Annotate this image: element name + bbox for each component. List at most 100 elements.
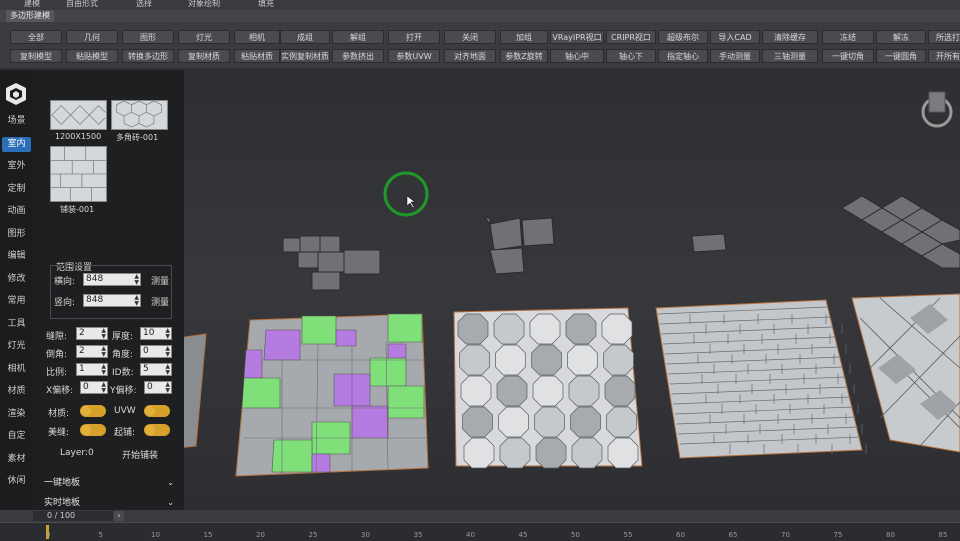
- toolbar-row1-button-6[interactable]: 解组: [332, 30, 384, 44]
- toolbar-row1-button-12[interactable]: 超级布尔: [658, 30, 708, 44]
- toolbar-row2-button-14[interactable]: 三轴测量: [762, 49, 818, 63]
- nav-item-5[interactable]: 图形: [2, 227, 31, 242]
- nav-item-14[interactable]: 自定: [2, 429, 31, 444]
- seam-toggle[interactable]: [80, 424, 106, 436]
- toolbar-row1-button-3[interactable]: 灯光: [178, 30, 230, 44]
- tile-thumb-1200x1500[interactable]: [50, 100, 107, 130]
- spinner-arrows-icon[interactable]: ▲ ▼: [165, 382, 170, 394]
- nav-item-7[interactable]: 修改: [2, 272, 31, 287]
- nav-item-2[interactable]: 室外: [2, 159, 31, 174]
- toolbar-row1-button-4[interactable]: 相机: [234, 30, 280, 44]
- toolbar-row1-button-16[interactable]: 解冻: [876, 30, 926, 44]
- top-tab-4[interactable]: 填充: [252, 0, 280, 9]
- spinner-arrows-icon[interactable]: ▲ ▼: [101, 328, 106, 340]
- toolbar-row1-button-2[interactable]: 图形: [122, 30, 174, 44]
- toolbar-row2-button-0[interactable]: 复制模型: [10, 49, 62, 63]
- accordion-floor-oneclick[interactable]: 一键地板 ⌄: [44, 476, 178, 490]
- toolbar-row2-button-11[interactable]: 轴心下: [606, 49, 656, 63]
- toolbar-row2-button-13[interactable]: 手动测量: [710, 49, 760, 63]
- toolbar-row2-button-5[interactable]: 实例复制材质: [280, 49, 330, 63]
- x-offset-input[interactable]: 0 ▲ ▼: [80, 381, 108, 394]
- toolbar-row1-button-10[interactable]: VRayIPR视口: [550, 30, 604, 44]
- id-count-input[interactable]: 5 ▲ ▼: [140, 363, 172, 376]
- toolbar-row2-button-3[interactable]: 复制材质: [178, 49, 230, 63]
- x-offset-label: X偏移:: [46, 386, 74, 396]
- ratio-input[interactable]: 1 ▲ ▼: [76, 363, 108, 376]
- spinner-arrows-icon[interactable]: ▲ ▼: [134, 295, 139, 307]
- toolbar-row1-button-11[interactable]: CRIPR视口: [606, 30, 656, 44]
- toolbar-row1-button-9[interactable]: 加组: [500, 30, 548, 44]
- ribbon-title[interactable]: 多边形建模: [6, 10, 54, 22]
- nav-item-10[interactable]: 灯光: [2, 339, 31, 354]
- toolbar-row2-button-16[interactable]: 一键圆角: [876, 49, 926, 63]
- spinner-arrows-icon[interactable]: ▲ ▼: [134, 274, 139, 286]
- toolbar-row1-button-0[interactable]: 全部: [10, 30, 62, 44]
- spinner-arrows-icon[interactable]: ▲ ▼: [101, 346, 106, 358]
- toolbar-row1-button-5[interactable]: 成组: [280, 30, 330, 44]
- toolbar-row2-button-1[interactable]: 粘贴模型: [66, 49, 118, 63]
- accordion-floor-realtime[interactable]: 实时地板 ⌄: [44, 496, 178, 510]
- tile-thumb-paving[interactable]: [50, 146, 107, 202]
- start-tiling-button[interactable]: 开始铺装: [122, 448, 158, 461]
- chamfer-input[interactable]: 2 ▲ ▼: [76, 345, 108, 358]
- uvw-toggle[interactable]: [144, 405, 170, 417]
- thickness-input[interactable]: 10 ▲ ▼: [140, 327, 172, 340]
- next-frame-icon[interactable]: ›: [114, 511, 124, 521]
- viewcube-icon[interactable]: [918, 90, 956, 128]
- nav-item-1[interactable]: 室内: [2, 136, 31, 152]
- toolbar-row2-button-15[interactable]: 一键切角: [822, 49, 874, 63]
- nav-item-6[interactable]: 编辑: [2, 249, 31, 264]
- toolbar-row2-button-7[interactable]: 参数UVW: [388, 49, 440, 63]
- top-tab-strip: 建模 自由形式 选择 对象绘制 填充: [0, 0, 960, 10]
- gap-input[interactable]: 2 ▲ ▼: [76, 327, 108, 340]
- toolbar-row1-button-1[interactable]: 几何: [66, 30, 118, 44]
- toolbar-row2-button-4[interactable]: 粘贴材质: [234, 49, 280, 63]
- frame-ruler[interactable]: 051015202530354045505560657075808590: [0, 522, 960, 541]
- vertical-input[interactable]: 848 ▲ ▼: [83, 294, 141, 307]
- toolbar-row2-button-10[interactable]: 轴心中: [550, 49, 604, 63]
- toolbar-row2-button-17[interactable]: 开所有: [928, 49, 960, 63]
- toolbar-row1-button-8[interactable]: 关闭: [444, 30, 496, 44]
- top-tab-3[interactable]: 对象绘制: [182, 0, 226, 9]
- y-offset-input[interactable]: 0 ▲ ▼: [144, 381, 172, 394]
- toolbar-row2-button-8[interactable]: 对齐地面: [444, 49, 496, 63]
- range-settings-box: 横向: 848 ▲ ▼ 测量 竖向: 848 ▲ ▼ 测量: [50, 265, 172, 319]
- toolbar-row2-button-12[interactable]: 指定轴心: [658, 49, 708, 63]
- spinner-arrows-icon[interactable]: ▲ ▼: [101, 364, 106, 376]
- toolbar-row2-button-6[interactable]: 参数挤出: [332, 49, 384, 63]
- toolbar-row1-button-7[interactable]: 打开: [388, 30, 440, 44]
- octagon-tile: [534, 406, 565, 438]
- toolbar-row2-button-9[interactable]: 参数Z旋转: [500, 49, 548, 63]
- nav-item-3[interactable]: 定制: [2, 182, 31, 197]
- spinner-arrows-icon[interactable]: ▲ ▼: [165, 346, 170, 358]
- nav-item-16[interactable]: 休闲: [2, 474, 31, 489]
- horizontal-input[interactable]: 848 ▲ ▼: [83, 273, 141, 286]
- nav-item-15[interactable]: 素材: [2, 452, 31, 467]
- vertical-measure-button[interactable]: 测量: [151, 295, 169, 308]
- nav-item-4[interactable]: 动画: [2, 204, 31, 219]
- nav-item-9[interactable]: 工具: [2, 317, 31, 332]
- top-tab-1[interactable]: 自由形式: [60, 0, 104, 9]
- nav-item-11[interactable]: 相机: [2, 362, 31, 377]
- spinner-arrows-icon[interactable]: ▲ ▼: [165, 364, 170, 376]
- top-tab-0[interactable]: 建模: [18, 0, 46, 9]
- toolbar-row1-button-13[interactable]: 导入CAD: [710, 30, 760, 44]
- nav-item-13[interactable]: 渲染: [2, 407, 31, 422]
- spinner-arrows-icon[interactable]: ▲ ▼: [101, 382, 106, 394]
- spinner-arrows-icon[interactable]: ▲ ▼: [165, 328, 170, 340]
- toolbar-row1-button-14[interactable]: 清除缓存: [762, 30, 818, 44]
- angle-input[interactable]: 0 ▲ ▼: [140, 345, 172, 358]
- nav-item-0[interactable]: 场景: [2, 114, 31, 129]
- nav-item-8[interactable]: 常用: [2, 294, 31, 309]
- tile-thumb-polygon[interactable]: [111, 100, 168, 130]
- toolbar-row2-button-2[interactable]: 转换多边形: [122, 49, 174, 63]
- toolbar-row1-button-17[interactable]: 所选打: [928, 30, 960, 44]
- frame-counter[interactable]: 0 / 100: [33, 511, 113, 521]
- top-tab-2[interactable]: 选择: [130, 0, 158, 9]
- start-paving-toggle[interactable]: [144, 424, 170, 436]
- horizontal-measure-button[interactable]: 测量: [151, 274, 169, 287]
- toolbar-row1-button-15[interactable]: 冻结: [822, 30, 874, 44]
- material-toggle[interactable]: [80, 405, 106, 417]
- nav-item-12[interactable]: 材质: [2, 384, 31, 399]
- ruler-tick-label: 55: [623, 531, 633, 539]
